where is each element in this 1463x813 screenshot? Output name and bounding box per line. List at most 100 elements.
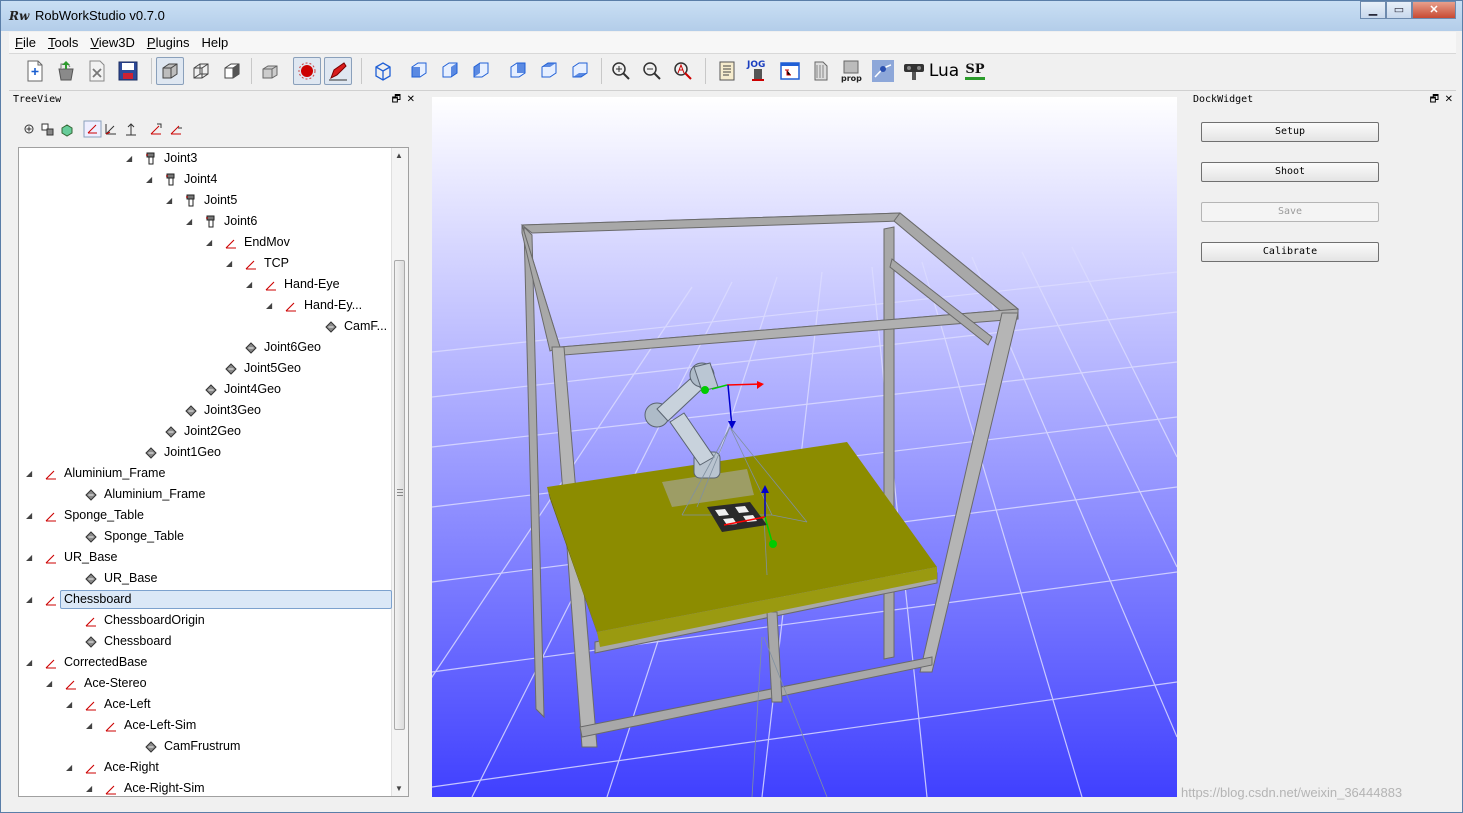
- scroll-down-icon[interactable]: ▼: [395, 784, 403, 793]
- tree-expand-arrow-icon[interactable]: ◢: [26, 589, 32, 610]
- tree-item[interactable]: ◢ Ace-Left: [19, 694, 389, 715]
- view-top-button[interactable]: [535, 57, 563, 85]
- tree-item[interactable]: ◢ Ace-Right-Sim: [19, 778, 389, 796]
- tree-expand-arrow-icon[interactable]: ◢: [26, 463, 32, 484]
- tree-expand-arrow-icon[interactable]: ◢: [226, 253, 232, 274]
- wireframe-view-button[interactable]: [187, 57, 215, 85]
- save-button[interactable]: [114, 57, 142, 85]
- menu-view3d[interactable]: View3D: [84, 32, 141, 50]
- tree-expand-arrow-icon[interactable]: ◢: [146, 169, 152, 190]
- zoom-in-button[interactable]: [607, 57, 635, 85]
- minimize-button[interactable]: ▁: [1360, 1, 1386, 19]
- tree-item[interactable]: ◢ Sponge_Table: [19, 505, 389, 526]
- menu-help[interactable]: Help: [196, 32, 235, 50]
- new-button[interactable]: [21, 57, 49, 85]
- sensor-button[interactable]: [900, 57, 928, 85]
- scene-tree[interactable]: ▲ ▼ ◢ Joint3 ◢ Joint4 ◢ Joint5 ◢ Joint6 ◢ EndMov ◢…: [18, 147, 409, 797]
- jog-button[interactable]: JOG: [744, 57, 772, 85]
- treeview-close-button[interactable]: ✕: [407, 92, 415, 108]
- scene-3d[interactable]: [432, 97, 1177, 797]
- tree-item[interactable]: ◢ EndMov: [19, 232, 389, 253]
- tree-expand-arrow-icon[interactable]: ◢: [66, 757, 72, 778]
- tree-item[interactable]: ◢ Ace-Stereo: [19, 673, 389, 694]
- tree-item[interactable]: ◢ Aluminium_Frame: [19, 463, 389, 484]
- box-button[interactable]: [256, 57, 284, 85]
- tree-expand-arrow-icon[interactable]: ◢: [246, 274, 252, 295]
- tree-item[interactable]: ◢ Joint5: [19, 190, 389, 211]
- collapse-all-icon[interactable]: [41, 123, 55, 137]
- open-button[interactable]: [52, 57, 80, 85]
- tree-expand-arrow-icon[interactable]: ◢: [186, 211, 192, 232]
- title-bar[interactable]: Rw RobWorkStudio v0.7.0 ▁ ▭ ✕: [1, 1, 1462, 31]
- menu-file[interactable]: File: [9, 32, 42, 50]
- tree-expand-arrow-icon[interactable]: ◢: [26, 547, 32, 568]
- tree-item[interactable]: Sponge_Table: [19, 526, 389, 547]
- tree-item[interactable]: ◢ Joint3: [19, 148, 389, 169]
- tree-scrollbar[interactable]: ▲ ▼: [391, 148, 408, 796]
- view-left-button[interactable]: [467, 57, 495, 85]
- menu-plugins[interactable]: Plugins: [141, 32, 196, 50]
- view-back-button[interactable]: [504, 57, 532, 85]
- close-file-button[interactable]: [83, 57, 111, 85]
- tree-expand-arrow-icon[interactable]: ◢: [46, 673, 52, 694]
- tree-item[interactable]: ◢ Joint4: [19, 169, 389, 190]
- dock-float-button[interactable]: 🗗: [1430, 92, 1439, 108]
- tree-item[interactable]: Joint5Geo: [19, 358, 389, 379]
- lua-button[interactable]: Lua: [929, 57, 959, 85]
- geometry-icon[interactable]: [60, 123, 74, 137]
- tree-item[interactable]: ChessboardOrigin: [19, 610, 389, 631]
- frame-up-icon[interactable]: [124, 122, 138, 136]
- view-bottom-button[interactable]: [566, 57, 594, 85]
- tree-item[interactable]: ◢ UR_Base: [19, 547, 389, 568]
- outline-view-button[interactable]: [218, 57, 246, 85]
- menu-tools[interactable]: Tools: [42, 32, 84, 50]
- planning-button[interactable]: [869, 57, 897, 85]
- view-front-button[interactable]: [405, 57, 433, 85]
- setup-button[interactable]: Setup: [1201, 122, 1379, 142]
- tree-item[interactable]: ◢ TCP: [19, 253, 389, 274]
- zoom-out-button[interactable]: [638, 57, 666, 85]
- tree-item[interactable]: Joint4Geo: [19, 379, 389, 400]
- scroll-up-icon[interactable]: ▲: [395, 151, 403, 160]
- dock-close-button[interactable]: ✕: [1445, 92, 1453, 108]
- log-button[interactable]: [713, 57, 741, 85]
- tree-item[interactable]: CamF...: [19, 316, 389, 337]
- tree-expand-arrow-icon[interactable]: ◢: [66, 694, 72, 715]
- tree-item[interactable]: ◢ Chessboard: [19, 589, 389, 610]
- view-iso-button[interactable]: [369, 57, 397, 85]
- treeview-float-button[interactable]: 🗗: [392, 92, 401, 108]
- tree-expand-arrow-icon[interactable]: ◢: [266, 295, 272, 316]
- tree-expand-arrow-icon[interactable]: ◢: [26, 505, 32, 526]
- tree-item[interactable]: ◢ Ace-Right: [19, 757, 389, 778]
- tree-item[interactable]: Joint6Geo: [19, 337, 389, 358]
- tree-item[interactable]: Aluminium_Frame: [19, 484, 389, 505]
- tree-item[interactable]: Joint3Geo: [19, 400, 389, 421]
- tree-item[interactable]: Joint2Geo: [19, 421, 389, 442]
- remove-frame-icon[interactable]: [169, 122, 183, 136]
- record-button[interactable]: [293, 57, 321, 85]
- tree-item[interactable]: Chessboard: [19, 631, 389, 652]
- close-window-button[interactable]: ✕: [1412, 1, 1456, 19]
- tree-item[interactable]: ◢ Hand-Ey...: [19, 295, 389, 316]
- tree-item[interactable]: ◢ Hand-Eye: [19, 274, 389, 295]
- prop-button[interactable]: prop: [838, 57, 866, 85]
- scene-viewport[interactable]: [432, 97, 1177, 797]
- tree-item[interactable]: ◢ Ace-Left-Sim: [19, 715, 389, 736]
- tree-item[interactable]: Joint1Geo: [19, 442, 389, 463]
- maximize-button[interactable]: ▭: [1386, 1, 1412, 19]
- tree-expand-arrow-icon[interactable]: ◢: [86, 715, 92, 736]
- zoom-fit-button[interactable]: [669, 57, 697, 85]
- solid-view-button[interactable]: [156, 57, 184, 85]
- add-frame-icon[interactable]: [149, 122, 163, 136]
- calibrate-button[interactable]: Calibrate: [1201, 242, 1379, 262]
- sp-button[interactable]: SP: [961, 57, 989, 85]
- tree-expand-arrow-icon[interactable]: ◢: [126, 148, 132, 169]
- tree-scroll-thumb[interactable]: [394, 260, 405, 730]
- tree-expand-arrow-icon[interactable]: ◢: [206, 232, 212, 253]
- view-right-button[interactable]: [436, 57, 464, 85]
- save-images-button[interactable]: Save: [1201, 202, 1379, 222]
- tree-expand-arrow-icon[interactable]: ◢: [86, 778, 92, 796]
- tree-item[interactable]: ◢ Joint6: [19, 211, 389, 232]
- shoot-button[interactable]: Shoot: [1201, 162, 1379, 182]
- tree-item[interactable]: UR_Base: [19, 568, 389, 589]
